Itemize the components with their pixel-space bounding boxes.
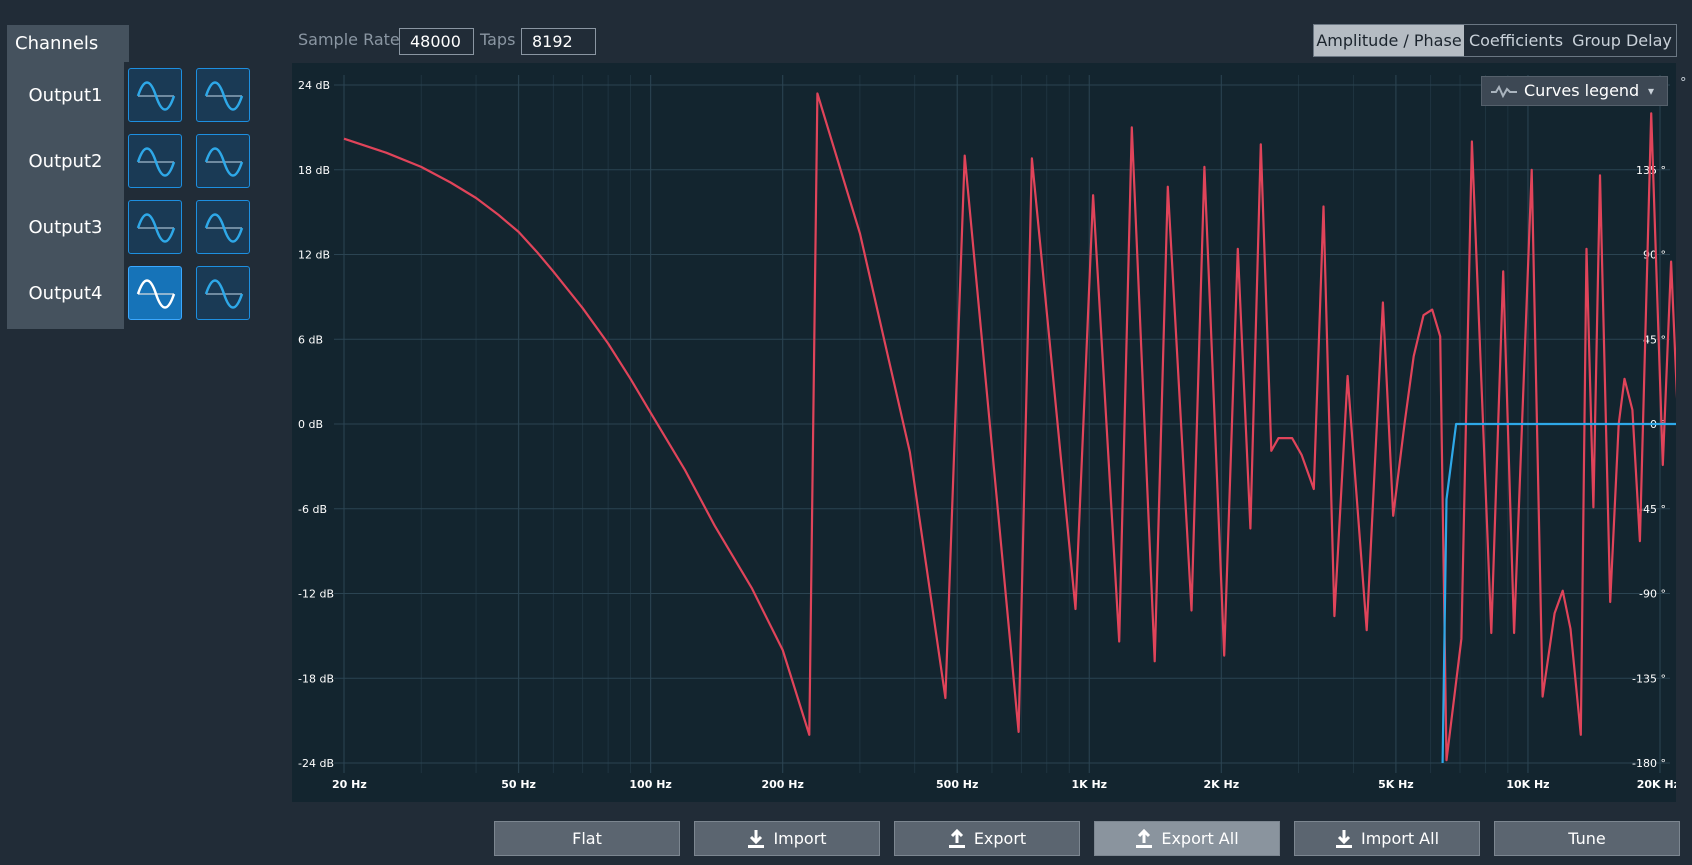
download-icon [1335,829,1352,848]
upload-icon [948,828,965,848]
y-right-tick-label: -90 ° [1639,588,1666,601]
y-right-tick-label: 135 ° [1636,164,1666,177]
y-left-tick-label: 6 dB [298,333,323,346]
amplitude-curve-button[interactable] [128,266,182,320]
plot-svg: 24 dB 18 dB 12 dB 6 dB 0 dB -6 dB -12 dB -18 dB… [298,75,1676,791]
y-left-tick-label: 12 dB [298,249,330,262]
export-button-label: Export [973,829,1027,848]
output-label[interactable]: Output3 [7,200,124,256]
taps-input[interactable]: 8192 [521,28,596,55]
sine-wave-icon [136,213,176,243]
x-tick-label: 2K Hz [1204,778,1240,791]
phase-curve-button[interactable] [196,200,250,254]
curves-legend-label: Curves legend [1524,81,1640,100]
export-all-button-label: Export All [1161,829,1239,848]
sine-wave-icon [136,147,176,177]
sine-wave-icon [204,147,244,177]
view-tabs: Amplitude / Phase Coefficients Group Del… [1313,24,1677,57]
y-right-tick-label: -180 ° [1632,757,1666,770]
amplitude-phase-plot[interactable]: 24 dB 18 dB 12 dB 6 dB 0 dB -6 dB -12 dB -18 dB… [292,63,1676,802]
sample-rate-input[interactable]: 48000 [399,28,474,55]
sine-wave-icon [204,279,244,309]
y-left-tick-label: 18 dB [298,164,330,177]
phase-curve-button[interactable] [196,134,250,188]
tab-coefficients[interactable]: Coefficients [1464,25,1568,56]
output-row: Output2 [7,134,257,190]
x-tick-label: 1K Hz [1071,778,1107,791]
x-tick-label: 20 Hz [332,778,367,791]
x-tick-label: 50 Hz [501,778,536,791]
sine-wave-icon [204,213,244,243]
flat-button[interactable]: Flat [494,821,680,856]
x-tick-label: 200 Hz [761,778,803,791]
amplitude-curve [343,92,1676,762]
x-tick-label: 500 Hz [936,778,978,791]
output-label[interactable]: Output1 [7,68,124,124]
y-left-tick-label: -24 dB [298,757,334,770]
export-button[interactable]: Export [894,821,1080,856]
y-left-tick-label: -18 dB [298,672,334,685]
tab-amplitude-phase[interactable]: Amplitude / Phase [1314,25,1464,56]
tab-group-delay[interactable]: Group Delay [1568,25,1676,56]
y-left-tick-label: 0 dB [298,418,323,431]
wave-icon [1491,84,1517,98]
x-tick-label: 100 Hz [629,778,671,791]
sine-wave-icon [136,81,176,111]
y-right-tick-label: -45 ° [1639,503,1666,516]
taps-label: Taps [480,30,516,49]
tune-button[interactable]: Tune [1494,821,1680,856]
flat-button-label: Flat [572,829,602,848]
output-row: Output3 [7,200,257,256]
output-row: Output1 [7,68,257,124]
y-right-tick-label: 45 ° [1643,333,1666,346]
x-tick-label: 20K Hz [1637,778,1676,791]
y-left-tick-label: -12 dB [298,588,334,601]
amplitude-curve-button[interactable] [128,200,182,254]
x-tick-label: 10K Hz [1506,778,1549,791]
x-tick-label: 5K Hz [1378,778,1414,791]
output-row: Output4 [7,266,257,322]
upload-icon [1136,828,1153,848]
output-label[interactable]: Output4 [7,266,124,322]
y-right-tick-label: -135 ° [1632,672,1666,685]
channels-header[interactable]: Channels [7,25,129,62]
import-button-label: Import [773,829,827,848]
phase-curve-button[interactable] [196,266,250,320]
curves-legend-dropdown[interactable]: Curves legend ▾ [1481,76,1668,106]
y-left-tick-label: -6 dB [298,503,327,516]
export-all-button[interactable]: Export All [1094,821,1280,856]
chevron-down-icon: ▾ [1648,84,1655,98]
tune-button-label: Tune [1568,829,1606,848]
amplitude-curve-button[interactable] [128,68,182,122]
edge-degree-glyph: ° [1680,76,1687,91]
import-all-button-label: Import All [1360,829,1440,848]
y-left-tick-label: 24 dB [298,79,330,92]
sine-wave-icon [204,81,244,111]
output-label[interactable]: Output2 [7,134,124,190]
import-button[interactable]: Import [694,821,880,856]
download-icon [748,829,765,848]
amplitude-curve-button[interactable] [128,134,182,188]
phase-curve-button[interactable] [196,68,250,122]
sample-rate-label: Sample Rate [298,30,400,49]
import-all-button[interactable]: Import All [1294,821,1480,856]
sine-wave-icon [136,279,176,309]
